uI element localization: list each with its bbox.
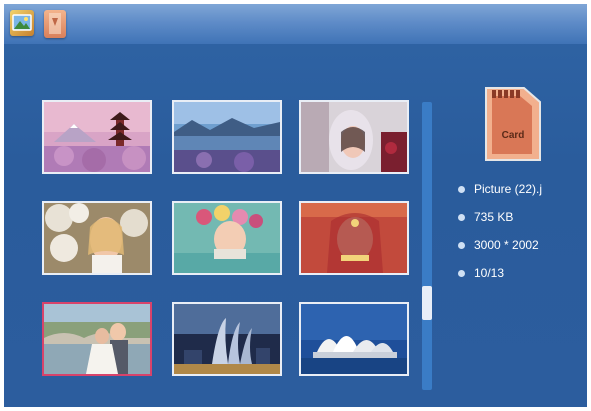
file-info-panel: Picture (22).j 735 KB 3000 * 2002 10/13 [456,182,542,294]
gallery-icon[interactable] [10,10,34,36]
thumbnail-woman-veil[interactable] [299,100,409,174]
info-resolution-row: 3000 * 2002 [456,238,542,266]
info-position: 10/13 [474,266,505,280]
thumbnail-pagoda-mountain[interactable] [42,100,152,174]
bullet-icon [458,270,465,277]
thumbnail-lake-landscape[interactable] [172,100,282,174]
info-size: 735 KB [474,210,514,224]
bullet-icon [458,242,465,249]
thumbnail-sydney-opera-house[interactable] [299,302,409,376]
info-resolution: 3000 * 2002 [474,238,539,252]
memory-card-graphic [485,87,541,161]
thumbnail-bride-blossoms[interactable] [42,201,152,275]
vertical-scrollbar[interactable] [422,102,432,390]
photo-frame-screen: Card Picture (22).j 735 KB 3000 * 2002 1… [4,4,587,407]
thumbnail-wedding-couple[interactable] [42,302,152,376]
card-label: Card [501,130,525,141]
info-size-row: 735 KB [456,210,542,238]
thumbnail-city-towers-night[interactable] [172,302,282,376]
thumbnail-indian-bride[interactable] [299,201,409,275]
info-filename: Picture (22).j [474,182,543,196]
memory-card[interactable]: Card [482,84,544,164]
info-filename-row: Picture (22).j [456,182,542,210]
bullet-icon [458,214,465,221]
top-bar [4,4,587,44]
thumbnail-woman-flowers[interactable] [172,201,282,275]
bullet-icon [458,186,465,193]
scrollbar-thumb[interactable] [422,286,432,320]
memory-card-icon[interactable] [44,10,66,38]
info-position-row: 10/13 [456,266,542,294]
